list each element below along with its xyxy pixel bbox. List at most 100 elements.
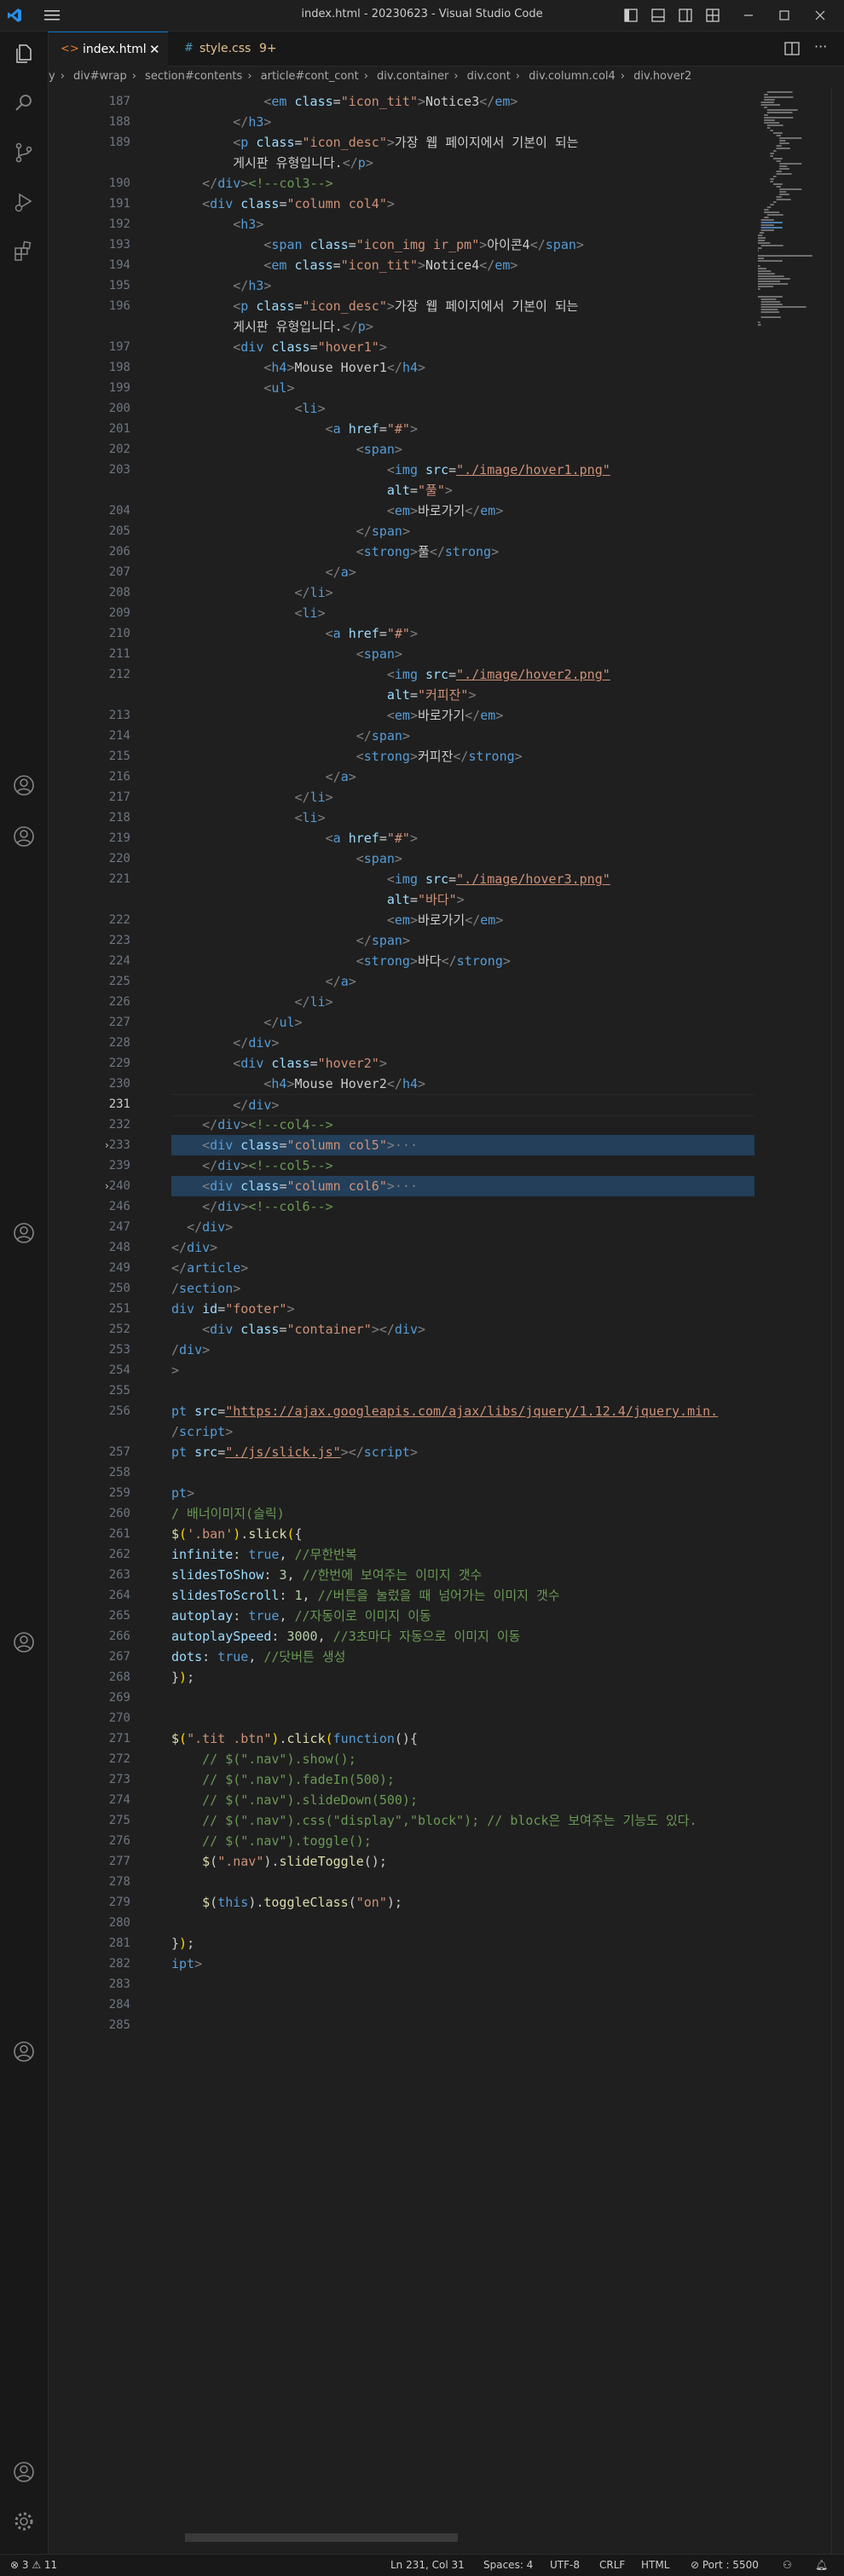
code-line[interactable]: // $(".nav").slideDown(500); [171,1790,418,1810]
code-line[interactable]: </div><!--col3--> [171,173,333,194]
code-line[interactable]: </h3> [171,112,271,132]
code-line[interactable]: <div class="column col6">··· [171,1176,802,1196]
code-line[interactable]: slidesToScroll: 1, //버튼을 눌렀을 때 넘어가는 이미지 … [171,1585,560,1606]
code-line[interactable]: 게시판 유형입니다.</p> [171,316,373,337]
code-line[interactable]: <p class="icon_desc">가장 웹 페이지에서 기본이 되는 [171,132,578,153]
code-line[interactable]: <span> [171,439,402,460]
line-ending[interactable]: CRLF [599,2555,625,2575]
code-line[interactable]: autoplaySpeed: 3000, //3초마다 자동으로 이미지 이동 [171,1626,520,1647]
more-actions-icon[interactable]: ··· [814,38,827,55]
code-line[interactable]: ipt> [171,1954,202,1974]
code-line[interactable]: </div><!--col5--> [171,1155,333,1176]
live-server-port[interactable]: ⊘ Port : 5500 [691,2555,759,2575]
minimap[interactable] [754,88,831,2554]
account-icon[interactable] [12,2460,36,2484]
code-line[interactable]: <em class="icon_tit">Notice4</em> [171,255,517,275]
account-icon[interactable] [12,2040,36,2064]
code-line[interactable]: /section> [171,1278,240,1299]
code-line[interactable]: </div> [171,1033,279,1053]
code-line[interactable]: </li> [171,582,333,603]
code-line[interactable]: </span> [171,726,410,746]
code-line[interactable]: <a href="#"> [171,623,418,644]
code-line[interactable]: // $(".nav").show(); [171,1749,356,1769]
code-line[interactable]: <em>바로가기</em> [171,501,503,521]
code-line[interactable]: // $(".nav").fadeIn(500); [171,1769,395,1790]
code-line[interactable]: alt="풀"> [171,480,453,501]
breadcrumb-item[interactable]: article#cont_cont [261,70,359,83]
code-line[interactable]: alt="바다"> [171,889,465,910]
extensions-icon[interactable] [12,240,36,263]
tab-style-css[interactable]: # style.css 9+ [169,32,297,66]
code-line[interactable]: $(".nav").slideToggle(); [171,1851,387,1872]
code-line[interactable]: <em>바로가기</em> [171,910,503,930]
code-line[interactable]: <div class="hover1"> [171,337,387,357]
code-line[interactable]: <h4>Mouse Hover2</h4> [171,1074,425,1094]
code-line[interactable]: </div> [171,1094,802,1116]
code-line[interactable]: <h4>Mouse Hover1</h4> [171,357,425,378]
code-line[interactable]: $(this).toggleClass("on"); [171,1892,402,1913]
breadcrumb-item[interactable]: section#contents [145,70,242,83]
code-line[interactable]: pt src="./js/slick.js"></script> [171,1442,418,1462]
source-control-icon[interactable] [12,141,36,165]
tab-index-html[interactable]: <> index.html ✕ [49,32,168,67]
code-line[interactable]: / 배너이미지(슬릭) [171,1503,285,1524]
code-line[interactable]: </div> [171,1217,233,1237]
account-icon[interactable] [12,1630,36,1654]
breadcrumb-item[interactable]: div.container [377,70,448,83]
code-line[interactable]: pt> [171,1483,194,1503]
breadcrumb-item[interactable]: div.column.col4 [529,70,616,83]
code-line[interactable]: <span> [171,644,402,664]
code-line[interactable]: <p class="icon_desc">가장 웹 페이지에서 기본이 되는 [171,296,578,316]
code-line[interactable]: }); [171,1667,194,1687]
horizontal-scrollbar[interactable] [185,2533,458,2542]
code-line[interactable]: <em>바로가기</em> [171,705,503,726]
code-line[interactable]: <h3> [171,214,263,234]
code-line[interactable]: dots: true, //닷버튼 생성 [171,1647,345,1667]
code-line[interactable]: pt src="https://ajax.googleapis.com/ajax… [171,1401,718,1421]
problems-indicator[interactable]: ⊗ 3 ⚠ 11 [10,2555,57,2575]
code-line[interactable]: autoplay: true, //자동이로 이미지 이동 [171,1606,431,1626]
notifications-bell-icon[interactable]: 🔔︎ [815,2555,828,2575]
code-line[interactable]: <a href="#"> [171,419,418,439]
code-line[interactable]: <div class="container"></div> [171,1319,425,1340]
encoding[interactable]: UTF-8 [550,2555,580,2575]
split-editor-icon[interactable] [783,40,801,57]
code-line[interactable]: <em class="icon_tit">Notice3</em> [171,91,517,112]
code-line[interactable]: <li> [171,603,326,623]
code-line[interactable]: 게시판 유형입니다.</p> [171,153,373,173]
code-line[interactable]: alt="커피잔"> [171,685,477,705]
cursor-position[interactable]: Ln 231, Col 31 [390,2555,465,2575]
fold-chevron-icon[interactable]: › [105,1135,115,1155]
breadcrumb-item[interactable]: y [49,70,55,83]
close-tab-icon[interactable]: ✕ [149,32,160,67]
close-window-icon[interactable] [812,7,829,24]
breadcrumb-item[interactable]: div.hover2 [633,70,691,83]
code-line[interactable]: </ul> [171,1012,302,1033]
code-line[interactable]: div id="footer"> [171,1299,295,1319]
code-area[interactable]: <em class="icon_tit">Notice3</em> </h3> … [171,88,802,2554]
code-line[interactable]: </span> [171,521,410,541]
minimize-icon[interactable] [740,7,757,24]
code-line[interactable]: infinite: true, //무한반복 [171,1544,357,1565]
code-line[interactable]: // $(".nav").css("display","block"); // … [171,1810,697,1831]
code-line[interactable]: </span> [171,930,410,951]
code-line[interactable]: <div class="column col4"> [171,194,395,214]
toggle-panel-icon[interactable] [650,7,667,24]
code-line[interactable]: </article> [171,1258,248,1278]
account-icon[interactable] [12,1221,36,1245]
breadcrumb-item[interactable]: div#wrap [73,70,127,83]
code-line[interactable]: $(".tit .btn").click(function(){ [171,1728,418,1749]
code-line[interactable]: <span> [171,848,402,869]
explorer-icon[interactable] [12,42,36,66]
code-line[interactable]: <a href="#"> [171,828,418,848]
code-line[interactable]: <ul> [171,378,294,398]
maximize-icon[interactable] [776,7,793,24]
language-mode[interactable]: HTML [641,2555,669,2575]
code-line[interactable]: </li> [171,787,333,808]
code-line[interactable]: <strong>커피잔</strong> [171,746,523,767]
copilot-icon[interactable]: ⚇ [783,2555,792,2575]
vertical-scrollbar[interactable] [831,88,844,2554]
code-line[interactable]: </h3> [171,275,271,296]
code-line[interactable]: </div><!--col6--> [171,1196,333,1217]
manage-gear-icon[interactable] [12,2509,36,2533]
